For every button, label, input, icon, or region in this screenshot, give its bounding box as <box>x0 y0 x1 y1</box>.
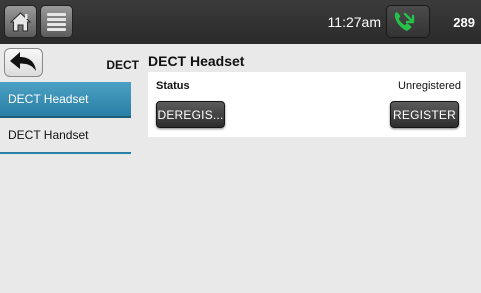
page-title: DECT Headset <box>148 53 245 69</box>
sidebar-item-label: DECT Headset <box>8 92 89 106</box>
register-button[interactable]: REGISTER <box>390 101 459 128</box>
status-label: Status <box>156 80 190 92</box>
deregister-button[interactable]: DEREGIS... <box>156 101 225 128</box>
sidebar-item-dect-handset[interactable]: DECT Handset <box>0 118 131 154</box>
deregister-button-label: DEREGIS... <box>157 107 224 122</box>
sidebar-item-dect-headset[interactable]: DECT Headset <box>0 82 131 118</box>
sidebar-item-label: DECT Handset <box>8 128 89 142</box>
back-arrow-icon <box>10 52 36 71</box>
home-icon <box>9 12 32 32</box>
status-value: Unregistered <box>398 80 461 92</box>
phone-button[interactable] <box>386 5 430 38</box>
clock-time: 11:27am <box>327 14 381 30</box>
phone-call-icon <box>394 12 415 31</box>
menu-button[interactable] <box>40 5 73 38</box>
status-panel: Status Unregistered DEREGIS... REGISTER <box>148 72 466 137</box>
register-button-label: REGISTER <box>393 107 456 122</box>
back-button[interactable] <box>4 48 43 77</box>
home-button[interactable] <box>4 5 37 38</box>
top-bar: 11:27am 289 <box>0 0 481 44</box>
section-label: DECT <box>106 58 139 72</box>
extension-number: 289 <box>453 15 475 30</box>
sidebar: DECT DECT Headset DECT Handset <box>0 44 143 293</box>
menu-list-icon <box>47 13 66 31</box>
